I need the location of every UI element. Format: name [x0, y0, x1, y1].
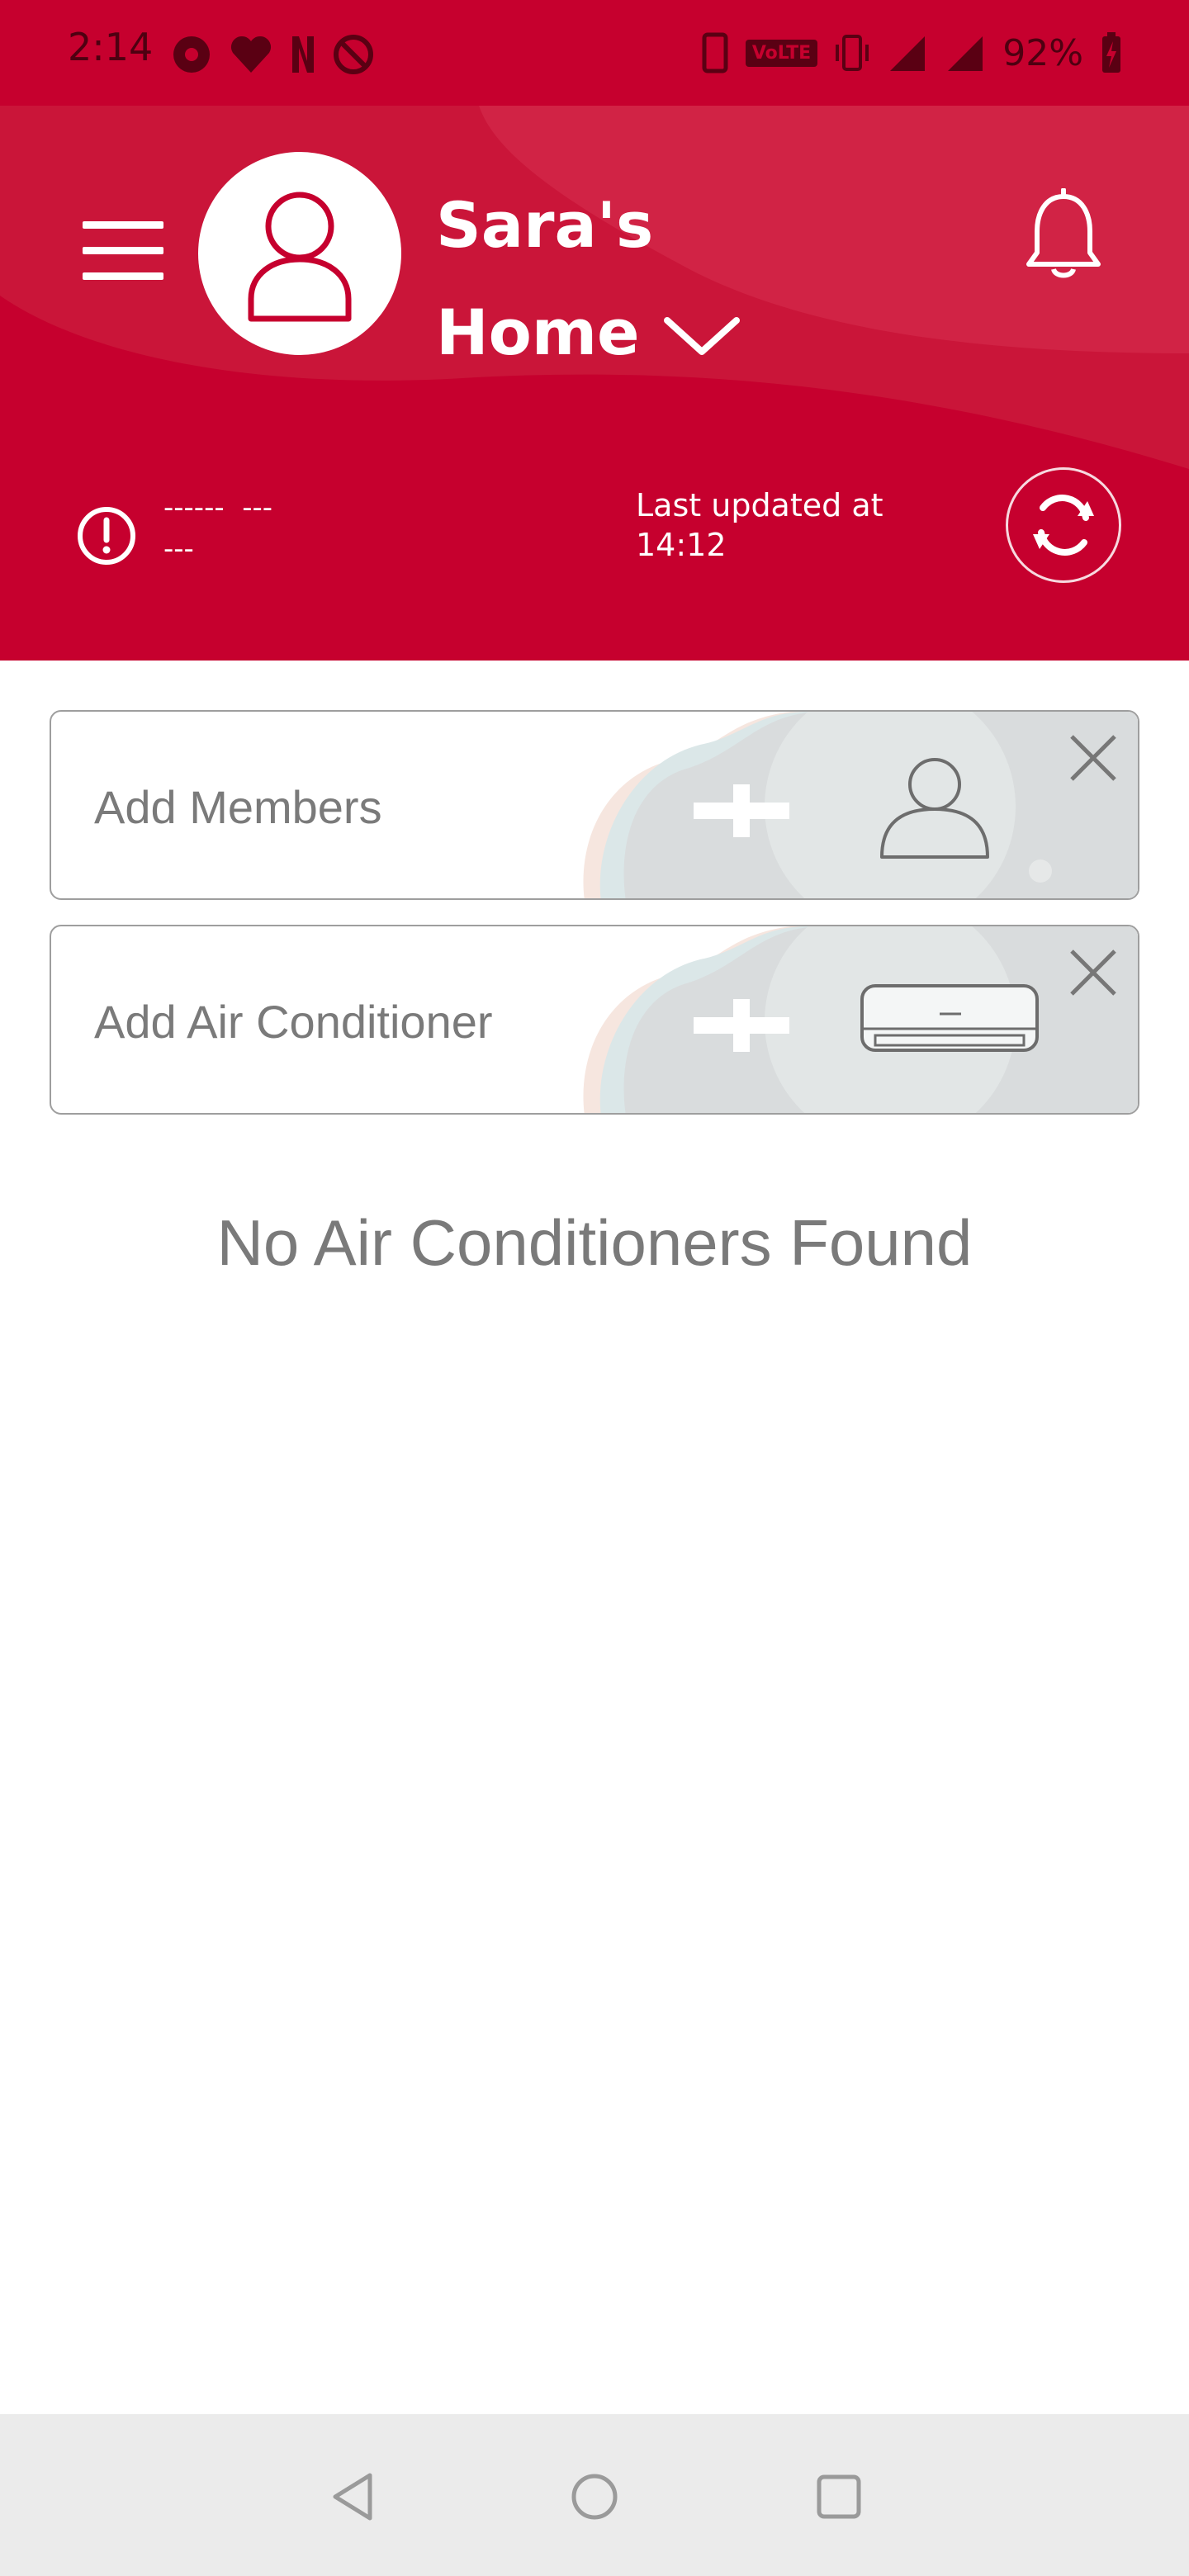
add-members-label: Add Members	[94, 780, 382, 833]
heart-icon	[230, 36, 272, 73]
refresh-icon	[1033, 495, 1094, 556]
system-icons: VoLTE 92%	[701, 26, 1123, 79]
battery-charging-icon	[1102, 32, 1120, 73]
menu-button[interactable]	[83, 221, 163, 280]
air-conditioner-icon	[860, 984, 1039, 1052]
notification-icons	[170, 30, 375, 79]
refresh-button[interactable]	[1006, 467, 1121, 583]
add-air-conditioner-art	[583, 926, 1138, 1113]
empty-state-message: No Air Conditioners Found	[216, 1206, 973, 1279]
blocked-icon	[334, 35, 373, 74]
connection-status: ------ --- ---	[163, 487, 272, 570]
back-icon[interactable]	[327, 2470, 380, 2523]
phone-icon	[702, 32, 728, 73]
bell-icon[interactable]	[1022, 188, 1105, 284]
chevron-down-icon[interactable]	[661, 312, 743, 362]
profile-avatar[interactable]	[198, 152, 401, 355]
signal-icon	[948, 36, 983, 71]
add-air-conditioner-label: Add Air Conditioner	[94, 995, 493, 1048]
last-updated-label: Last updated at	[636, 487, 883, 523]
aperture-icon	[173, 36, 210, 73]
add-air-conditioner-card[interactable]: Add Air Conditioner	[50, 925, 1139, 1115]
status-time: 2:14	[68, 25, 154, 69]
signal-4g-icon	[890, 36, 926, 71]
system-navigation-bar	[0, 2414, 1189, 2576]
add-members-art	[583, 712, 1138, 898]
netflix-icon	[292, 36, 314, 73]
add-members-card[interactable]: Add Members	[50, 710, 1139, 900]
vibrate-icon	[836, 35, 869, 71]
status-line-1: ------ ---	[163, 491, 273, 524]
volte-badge: VoLTE	[745, 39, 818, 67]
last-updated-time: 14:12	[636, 527, 727, 563]
close-icon[interactable]	[1067, 732, 1120, 784]
recents-icon[interactable]	[812, 2470, 865, 2523]
home-name-line1: Sara's	[436, 188, 654, 262]
status-line-2: ---	[163, 533, 194, 566]
home-header: Sara's Home ------ --- --- Last updated …	[0, 106, 1189, 661]
person-outline-icon	[248, 192, 352, 322]
battery-percent: 92%	[1002, 31, 1083, 74]
close-icon[interactable]	[1067, 946, 1120, 999]
status-bar: 2:14 VoLTE 92%	[0, 0, 1189, 106]
home-icon[interactable]	[568, 2470, 621, 2523]
last-updated: Last updated at 14:12	[636, 485, 883, 565]
alert-circle-icon	[78, 507, 135, 565]
